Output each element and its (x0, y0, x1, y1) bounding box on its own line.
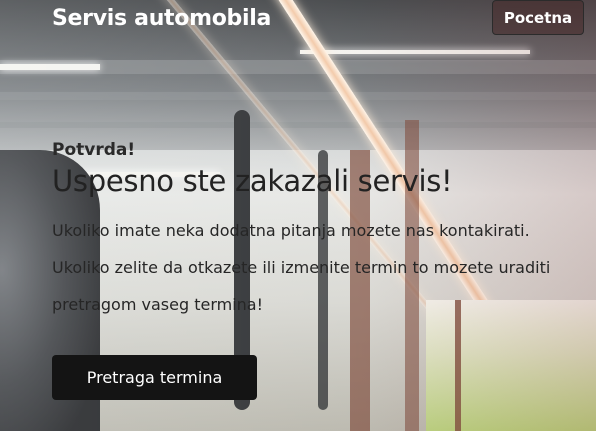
site-brand: Servis automobila (52, 6, 272, 31)
search-appointment-button[interactable]: Pretraga termina (52, 355, 257, 400)
confirmation-message: Ukoliko imate neka dodatna pitanja mozet… (52, 221, 551, 314)
home-button[interactable]: Pocetna (492, 0, 584, 35)
confirmation-section: Potvrda! Uspesno ste zakazali servis! Uk… (52, 140, 592, 323)
confirmation-kicker: Potvrda! (52, 140, 136, 160)
confirmation-headline: Uspesno ste zakazali servis! (52, 164, 453, 198)
